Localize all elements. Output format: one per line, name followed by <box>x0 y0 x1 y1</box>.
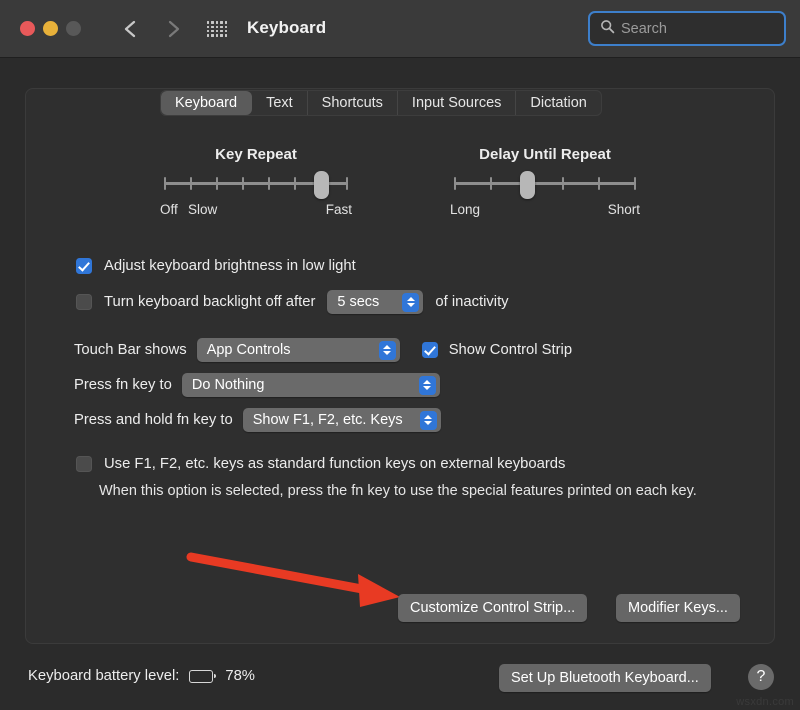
battery-label: Keyboard battery level: <box>28 668 179 684</box>
page-title: Keyboard <box>247 18 326 38</box>
minimize-button[interactable] <box>43 21 58 36</box>
delay-until-repeat-tick <box>562 177 564 190</box>
chevron-updown-icon[interactable] <box>402 293 419 312</box>
tab-input-sources[interactable]: Input Sources <box>398 91 516 115</box>
tab-dictation[interactable]: Dictation <box>516 91 600 115</box>
function-keys-checkbox[interactable] <box>76 456 92 472</box>
press-hold-fn-popup[interactable]: Show F1, F2, etc. Keys <box>243 408 441 432</box>
key-repeat-thumb[interactable] <box>314 171 329 199</box>
key-repeat-slider-group: Key Repeat Off Slow Fast <box>160 146 352 238</box>
key-repeat-label-slow: Slow <box>188 202 217 217</box>
back-button[interactable] <box>118 16 144 42</box>
press-hold-fn-row: Press and hold fn key to Show F1, F2, et… <box>74 408 441 432</box>
function-keys-description: When this option is selected, press the … <box>99 481 724 501</box>
key-repeat-tick <box>242 177 244 190</box>
touch-bar-shows-label: Touch Bar shows <box>74 342 187 358</box>
set-up-bluetooth-keyboard-button[interactable]: Set Up Bluetooth Keyboard... <box>499 664 711 692</box>
key-repeat-tick <box>346 177 348 190</box>
press-hold-fn-value: Show F1, F2, etc. Keys <box>253 412 403 428</box>
adjust-brightness-label: Adjust keyboard brightness in low light <box>104 258 356 274</box>
touch-bar-shows-popup[interactable]: App Controls <box>197 338 400 362</box>
show-control-strip-label: Show Control Strip <box>449 342 572 358</box>
battery-percent: 78% <box>225 668 255 684</box>
tab-text[interactable]: Text <box>252 91 308 115</box>
key-repeat-label-off: Off <box>160 202 178 217</box>
search-input[interactable] <box>621 21 800 37</box>
modifier-keys-button[interactable]: Modifier Keys... <box>616 594 740 622</box>
backlight-off-suffix: of inactivity <box>435 294 508 310</box>
delay-repeat-label-short: Short <box>608 202 640 217</box>
key-repeat-tick <box>268 177 270 190</box>
press-fn-popup[interactable]: Do Nothing <box>182 373 440 397</box>
forward-button[interactable] <box>160 16 186 42</box>
delay-repeat-title: Delay Until Repeat <box>450 146 640 163</box>
show-control-strip-row[interactable]: Show Control Strip <box>422 342 572 358</box>
window-controls <box>20 21 81 36</box>
search-field[interactable] <box>588 11 786 46</box>
function-keys-label: Use F1, F2, etc. keys as standard functi… <box>104 456 565 472</box>
press-hold-fn-label: Press and hold fn key to <box>74 412 233 428</box>
keyboard-preferences-window: Keyboard Keyboard Text Shortcuts Input S… <box>0 0 800 710</box>
show-control-strip-checkbox[interactable] <box>422 342 438 358</box>
touch-bar-shows-row: Touch Bar shows App Controls Show Contro… <box>74 338 572 362</box>
battery-status: Keyboard battery level: 78% <box>28 668 255 684</box>
backlight-off-label: Turn keyboard backlight off after <box>104 294 315 310</box>
backlight-delay-value: 5 secs <box>337 294 379 310</box>
chevron-updown-icon[interactable] <box>419 376 436 395</box>
key-repeat-tick <box>216 177 218 190</box>
key-repeat-tick <box>190 177 192 190</box>
delay-until-repeat-tick <box>454 177 456 190</box>
key-repeat-label-fast: Fast <box>326 202 352 217</box>
preferences-panel <box>25 88 775 644</box>
key-repeat-tick <box>164 177 166 190</box>
search-icon <box>600 19 615 39</box>
backlight-off-checkbox[interactable] <box>76 294 92 310</box>
delay-until-repeat-tick <box>490 177 492 190</box>
key-repeat-tick <box>294 177 296 190</box>
function-keys-row[interactable]: Use F1, F2, etc. keys as standard functi… <box>76 456 565 472</box>
window-titlebar: Keyboard <box>0 0 800 58</box>
adjust-brightness-checkbox[interactable] <box>76 258 92 274</box>
chevron-updown-icon[interactable] <box>379 341 396 360</box>
show-all-grid-icon[interactable] <box>205 20 229 38</box>
help-button[interactable]: ? <box>748 664 774 690</box>
battery-icon <box>189 670 213 683</box>
delay-until-repeat-tick <box>598 177 600 190</box>
close-button[interactable] <box>20 21 35 36</box>
watermark: wsxdn.com <box>736 696 794 708</box>
key-repeat-slider[interactable] <box>165 182 347 185</box>
press-fn-row: Press fn key to Do Nothing <box>74 373 440 397</box>
delay-until-repeat-slider[interactable] <box>455 182 635 185</box>
delay-until-repeat-thumb[interactable] <box>520 171 535 199</box>
press-fn-value: Do Nothing <box>192 377 265 393</box>
adjust-brightness-row[interactable]: Adjust keyboard brightness in low light <box>76 258 356 274</box>
zoom-button[interactable] <box>66 21 81 36</box>
tab-bar: Keyboard Text Shortcuts Input Sources Di… <box>160 90 602 116</box>
tab-shortcuts[interactable]: Shortcuts <box>308 91 398 115</box>
delay-until-repeat-slider-group: Delay Until Repeat Long Short <box>450 146 640 238</box>
backlight-off-row[interactable]: Turn keyboard backlight off after 5 secs… <box>76 290 509 314</box>
tab-keyboard[interactable]: Keyboard <box>161 91 252 115</box>
touch-bar-shows-value: App Controls <box>207 342 291 358</box>
press-fn-label: Press fn key to <box>74 377 172 393</box>
chevron-updown-icon[interactable] <box>420 411 437 430</box>
backlight-delay-stepper[interactable]: 5 secs <box>327 290 423 314</box>
delay-repeat-label-long: Long <box>450 202 480 217</box>
delay-until-repeat-tick <box>634 177 636 190</box>
key-repeat-title: Key Repeat <box>160 146 352 163</box>
customize-control-strip-button[interactable]: Customize Control Strip... <box>398 594 587 622</box>
